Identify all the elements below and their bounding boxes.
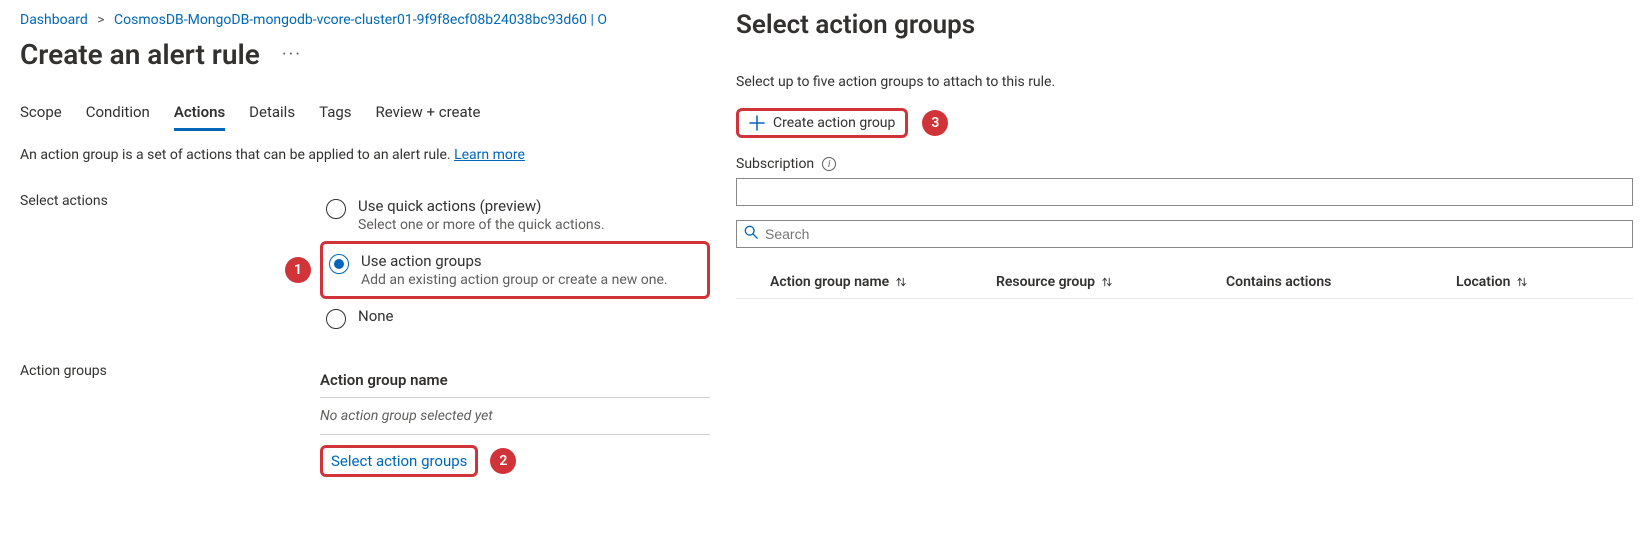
breadcrumb-link-resource[interactable]: CosmosDB-MongoDB-mongodb-vcore-cluster01…	[114, 12, 607, 28]
column-header-label: Action group name	[770, 274, 889, 290]
action-groups-label: Action groups	[20, 359, 320, 379]
subscription-input[interactable]	[736, 178, 1633, 206]
column-header-label: Location	[1456, 274, 1510, 290]
select-actions-label: Select actions	[20, 189, 320, 209]
annotation-box-2: Select action groups	[320, 445, 478, 477]
radio-label: None	[358, 307, 394, 325]
radio-none[interactable]: None	[320, 299, 710, 337]
action-groups-table-header: Action group name Resource group Contain…	[736, 266, 1633, 299]
tab-scope[interactable]: Scope	[20, 97, 62, 127]
info-icon[interactable]: i	[822, 157, 836, 171]
column-header-label: Contains actions	[1226, 274, 1331, 290]
annotation-box-3: Create action group	[736, 108, 908, 138]
search-input[interactable]	[736, 220, 1633, 248]
breadcrumb: Dashboard > CosmosDB-MongoDB-mongodb-vco…	[20, 12, 710, 28]
radio-label: Use quick actions (preview)	[358, 197, 605, 215]
column-header-location[interactable]: Location	[1456, 274, 1633, 290]
radio-icon	[329, 254, 349, 274]
column-header-label: Resource group	[996, 274, 1095, 290]
learn-more-link[interactable]: Learn more	[454, 147, 525, 163]
radio-subtext: Select one or more of the quick actions.	[358, 217, 605, 233]
actions-description-text: An action group is a set of actions that…	[20, 147, 454, 163]
select-action-groups-panel: Select action groups Select up to five a…	[730, 0, 1641, 551]
subscription-label: Subscription	[736, 156, 814, 172]
radio-icon	[326, 309, 346, 329]
breadcrumb-separator-icon: >	[97, 12, 104, 28]
create-alert-rule-pane: Dashboard > CosmosDB-MongoDB-mongodb-vco…	[0, 0, 730, 551]
annotation-badge-2: 2	[490, 448, 516, 474]
create-action-group-button[interactable]: Create action group	[739, 111, 905, 135]
page-title: Create an alert rule	[20, 38, 260, 71]
tab-details[interactable]: Details	[249, 97, 295, 127]
annotation-box-1: Use action groups Add an existing action…	[320, 241, 710, 299]
radio-use-quick-actions[interactable]: Use quick actions (preview) Select one o…	[320, 189, 710, 241]
sort-icon	[1516, 276, 1528, 288]
wizard-tabs: Scope Condition Actions Details Tags Rev…	[20, 97, 710, 127]
create-action-group-label: Create action group	[773, 115, 895, 131]
radio-icon	[326, 199, 346, 219]
tab-condition[interactable]: Condition	[86, 97, 150, 127]
annotation-badge-1: 1	[285, 257, 311, 283]
select-actions-radiogroup: Use quick actions (preview) Select one o…	[320, 189, 710, 337]
column-header-contains-actions[interactable]: Contains actions	[1226, 274, 1456, 290]
sort-icon	[895, 276, 907, 288]
radio-label: Use action groups	[361, 252, 668, 270]
column-header-action-group-name[interactable]: Action group name	[736, 274, 996, 290]
actions-description: An action group is a set of actions that…	[20, 147, 710, 163]
breadcrumb-link-dashboard[interactable]: Dashboard	[20, 12, 88, 28]
plus-icon	[749, 115, 765, 131]
sort-icon	[1101, 276, 1113, 288]
annotation-badge-3: 3	[922, 110, 948, 136]
panel-description: Select up to five action groups to attac…	[736, 74, 1633, 90]
tab-review-create[interactable]: Review + create	[376, 97, 481, 127]
search-icon	[744, 225, 758, 243]
column-header-resource-group[interactable]: Resource group	[996, 274, 1226, 290]
action-groups-empty-state: No action group selected yet	[320, 398, 710, 435]
select-action-groups-link[interactable]: Select action groups	[331, 452, 467, 470]
panel-title: Select action groups	[736, 10, 1633, 40]
tab-actions[interactable]: Actions	[174, 97, 225, 127]
title-more-button[interactable]: ···	[278, 40, 306, 69]
tab-tags[interactable]: Tags	[319, 97, 351, 127]
radio-subtext: Add an existing action group or create a…	[361, 272, 668, 288]
action-group-name-column-header: Action group name	[320, 363, 710, 398]
radio-use-action-groups[interactable]: Use action groups Add an existing action…	[323, 244, 707, 296]
